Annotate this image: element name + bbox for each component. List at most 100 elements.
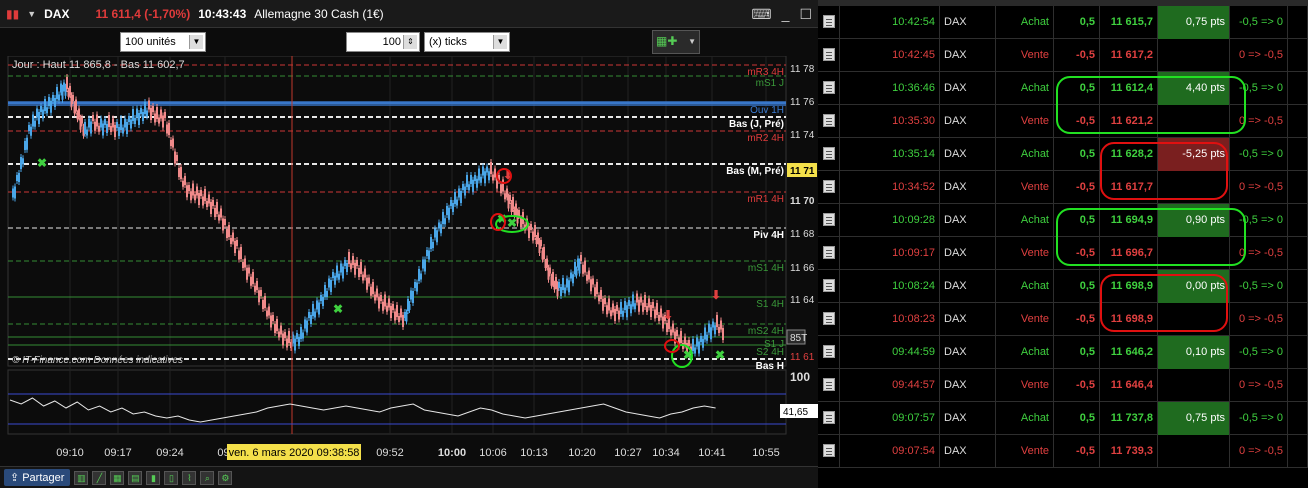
trade-qty: 0,5	[1054, 269, 1100, 303]
trade-side: Achat	[996, 269, 1054, 303]
table-row[interactable]: 09:07:57 DAX Achat 0,5 11 737,8 0,75 pts -0,5 …	[818, 401, 1308, 435]
symbol-label[interactable]: DAX	[44, 7, 69, 21]
chevron-down-icon[interactable]: ▼	[189, 35, 203, 49]
stepper-icon[interactable]: ⇕	[403, 35, 417, 49]
indicators-button[interactable]: ▦✚ ▼	[652, 30, 700, 54]
candle	[200, 190, 202, 196]
document-icon[interactable]	[822, 444, 835, 458]
candle	[158, 117, 160, 124]
candle	[128, 116, 130, 122]
candle	[188, 185, 190, 191]
trade-pnl: 0,75 pts	[1158, 401, 1230, 435]
candle	[654, 309, 656, 319]
units-select[interactable]: 100 unités ▼	[120, 32, 206, 52]
trade-pnl	[1158, 368, 1230, 402]
trade-price: 11 737,8	[1100, 401, 1158, 435]
keyboard-icon[interactable]: ⌨	[751, 6, 771, 23]
document-icon[interactable]	[822, 147, 835, 161]
candle	[722, 328, 724, 340]
candle	[618, 310, 620, 320]
candle	[112, 118, 114, 128]
zoom-icon[interactable]: ⌕	[200, 470, 215, 485]
candle	[94, 121, 96, 131]
candle	[652, 302, 654, 308]
table-row[interactable]: 10:36:46 DAX Achat 0,5 11 612,4 4,40 pts -0,5 …	[818, 71, 1308, 105]
grid-icon[interactable]: ▦	[110, 470, 125, 485]
share-button[interactable]: ⇪ Partager	[4, 469, 71, 486]
table-row[interactable]: 09:07:54 DAX Vente -0,5 11 739,3 0 => -0,5	[818, 434, 1308, 468]
price-axis-label: 85T	[790, 333, 807, 344]
table-row[interactable]: 10:08:24 DAX Achat 0,5 11 698,9 0,00 pts -0,5 …	[818, 269, 1308, 303]
document-icon[interactable]	[822, 48, 835, 62]
document-icon[interactable]	[822, 345, 835, 359]
ticks-value: 100	[382, 36, 401, 48]
candles-icon[interactable]: ▯	[164, 470, 179, 485]
candle	[630, 304, 632, 314]
candle	[640, 296, 642, 303]
settings-icon[interactable]: ⚙	[218, 470, 233, 485]
line-icon[interactable]: ⌇	[182, 470, 197, 485]
price-chart[interactable]: mR3 4HmS1 JOuv 1HBas (J, Pré)mR2 4HBas (…	[0, 56, 818, 466]
candle	[150, 108, 152, 120]
candle	[278, 331, 280, 338]
row-spacer	[1288, 104, 1308, 138]
candle	[22, 158, 24, 165]
table-row[interactable]: 10:09:17 DAX Vente -0,5 11 696,7 0 => -0,5	[818, 236, 1308, 270]
candle	[356, 260, 358, 266]
document-icon[interactable]	[822, 81, 835, 95]
indicator-top-label: 100	[790, 370, 810, 384]
chevron-down-icon[interactable]: ▼	[493, 35, 507, 49]
document-icon[interactable]	[822, 378, 835, 392]
candle	[124, 118, 126, 128]
candle	[586, 274, 588, 281]
document-icon[interactable]	[822, 15, 835, 29]
trade-position: -0,5 => 0	[1230, 401, 1288, 435]
bars-icon[interactable]: ▮	[146, 470, 161, 485]
document-icon[interactable]	[822, 180, 835, 194]
table-row[interactable]: 10:42:45 DAX Vente -0,5 11 617,2 0 => -0,5	[818, 38, 1308, 72]
candle	[388, 298, 390, 308]
dropdown-chevron-icon[interactable]: ▼	[27, 9, 36, 19]
candle	[284, 332, 286, 338]
ticks-input[interactable]: 100 ⇕	[346, 32, 420, 52]
document-icon[interactable]	[822, 246, 835, 260]
table-row[interactable]: 09:44:59 DAX Achat 0,5 11 646,2 0,10 pts -0,5 …	[818, 335, 1308, 369]
layout-icon[interactable]: ▤	[128, 470, 143, 485]
indicator-icon[interactable]: ▥	[74, 470, 89, 485]
time-axis-label: 09:10	[56, 447, 84, 459]
candle	[84, 122, 86, 134]
candle	[418, 269, 420, 281]
candle	[384, 294, 386, 307]
table-row[interactable]: 10:08:23 DAX Vente -0,5 11 698,9 0 => -0,5	[818, 302, 1308, 336]
candle	[454, 192, 456, 204]
trade-qty: 0,5	[1054, 5, 1100, 39]
trade-qty: -0,5	[1054, 434, 1100, 468]
table-row[interactable]: 10:09:28 DAX Achat 0,5 11 694,9 0,90 pts -0,5 …	[818, 203, 1308, 237]
table-row[interactable]: 10:35:30 DAX Vente -0,5 11 621,2 0 => -0,5	[818, 104, 1308, 138]
document-icon[interactable]	[822, 411, 835, 425]
candle	[132, 109, 134, 121]
table-row[interactable]: 09:44:57 DAX Vente -0,5 11 646,4 0 => -0,5	[818, 368, 1308, 402]
ticks-unit-select[interactable]: (x) ticks ▼	[424, 32, 510, 52]
candle	[202, 196, 204, 206]
drawing-icon[interactable]: ╱	[92, 470, 107, 485]
table-row[interactable]: 10:42:54 DAX Achat 0,5 11 615,7 0,75 pts -0,5 …	[818, 5, 1308, 39]
candle	[222, 218, 224, 231]
document-icon[interactable]	[822, 114, 835, 128]
candle	[56, 87, 58, 99]
minimize-icon[interactable]: _	[782, 6, 790, 23]
maximize-icon[interactable]: ☐	[799, 6, 812, 23]
candle	[352, 256, 354, 265]
trade-symbol: DAX	[940, 236, 996, 270]
candle	[612, 303, 614, 313]
table-row[interactable]: 10:35:14 DAX Achat 0,5 11 628,2 -5,25 pts -0,5…	[818, 137, 1308, 171]
candle	[294, 338, 296, 351]
document-icon[interactable]	[822, 279, 835, 293]
watermark-text: © IT-Finance.com Données indicatives	[12, 355, 183, 366]
document-icon[interactable]	[822, 312, 835, 326]
document-icon[interactable]	[822, 213, 835, 227]
table-row[interactable]: 10:34:52 DAX Vente -0,5 11 617,7 0 => -0,5	[818, 170, 1308, 204]
candle	[442, 212, 444, 224]
chart-type-icon[interactable]: ▮▮	[6, 7, 19, 21]
candle	[408, 304, 411, 310]
